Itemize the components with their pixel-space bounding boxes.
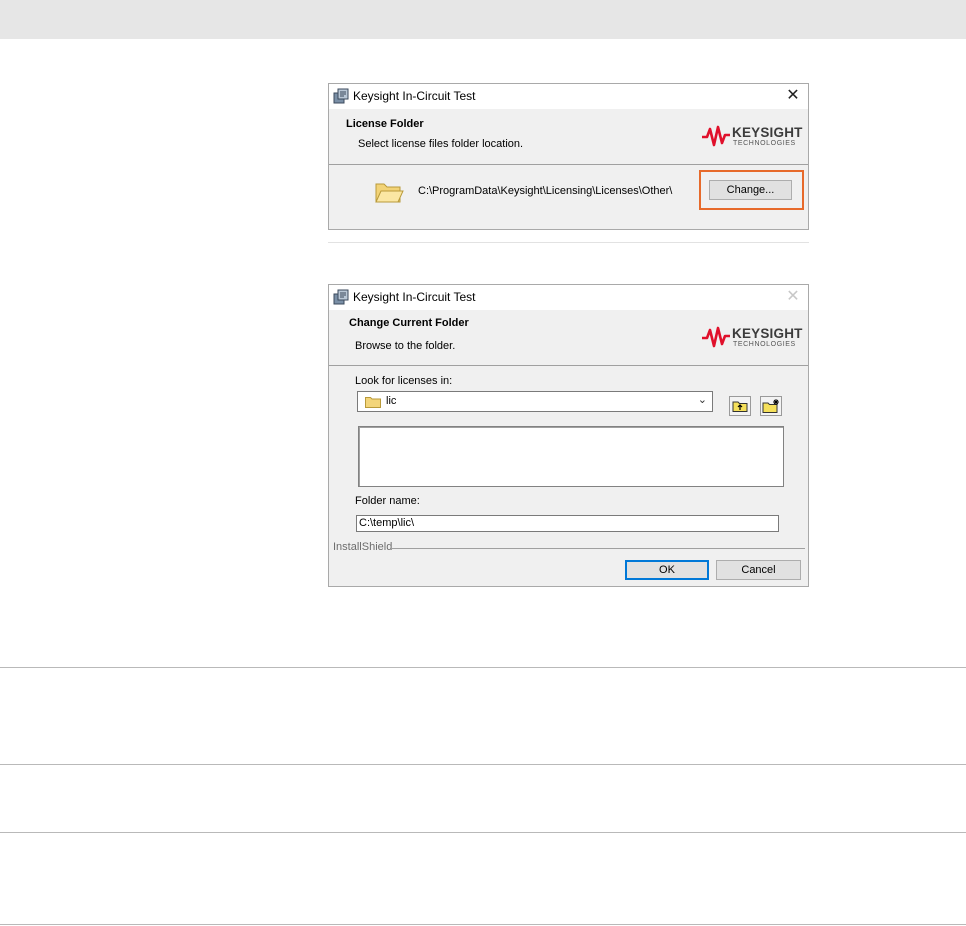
- look-in-label: Look for licenses in:: [355, 375, 453, 387]
- create-new-folder-button[interactable]: [760, 396, 782, 416]
- keysight-wave-icon: [702, 326, 730, 348]
- dialog-gap-rule: [328, 242, 809, 243]
- banner-divider: [329, 164, 808, 165]
- logo-tagline: TECHNOLOGIES: [733, 341, 796, 348]
- change-folder-dialog: Keysight In-Circuit Test ✕ Change Curren…: [328, 284, 809, 587]
- banner-subtitle: Select license files folder location.: [358, 138, 524, 150]
- table-rule: [0, 924, 966, 925]
- folder-up-icon: [732, 401, 748, 412]
- chevron-down-icon[interactable]: ⌄: [698, 393, 707, 406]
- cancel-button[interactable]: Cancel: [716, 560, 801, 580]
- logo-wordmark: KEYSIGHT: [732, 326, 803, 341]
- table-rule: [0, 764, 966, 765]
- banner-divider: [329, 365, 808, 366]
- look-in-value: lic: [386, 395, 397, 407]
- installer-app-icon: [333, 88, 349, 104]
- banner-title: Change Current Folder: [349, 317, 469, 329]
- banner-subtitle: Browse to the folder.: [355, 340, 456, 352]
- close-icon[interactable]: ✕: [784, 87, 802, 105]
- close-icon: ✕: [786, 288, 800, 305]
- logo-tagline: TECHNOLOGIES: [733, 140, 796, 147]
- installshield-divider: [391, 548, 805, 549]
- change-button[interactable]: Change...: [709, 180, 792, 200]
- look-in-dropdown[interactable]: lic ⌄: [357, 391, 713, 412]
- table-rule: [0, 667, 966, 668]
- keysight-logo: KEYSIGHT TECHNOLOGIES: [701, 326, 803, 354]
- folder-name-label: Folder name:: [355, 495, 420, 507]
- logo-wordmark: KEYSIGHT: [732, 125, 803, 140]
- title-bar: Keysight In-Circuit Test ✕: [329, 285, 808, 310]
- installer-app-icon: [333, 289, 349, 305]
- up-one-level-button[interactable]: [729, 396, 751, 416]
- header-banner: Change Current Folder Browse to the fold…: [329, 310, 808, 365]
- folder-tree-list[interactable]: [358, 426, 784, 487]
- new-folder-icon: [762, 399, 779, 413]
- folder-open-icon: [375, 183, 404, 203]
- keysight-wave-icon: [702, 125, 730, 147]
- folder-icon: [365, 397, 381, 408]
- ok-button[interactable]: OK: [625, 560, 709, 580]
- header-banner: License Folder Select license files fold…: [329, 109, 808, 164]
- license-folder-path: C:\ProgramData\Keysight\Licensing\Licens…: [418, 185, 673, 197]
- table-rule: [0, 832, 966, 833]
- banner-title: License Folder: [346, 118, 424, 130]
- installshield-label: InstallShield: [333, 541, 393, 553]
- license-folder-dialog: Keysight In-Circuit Test ✕ License Folde…: [328, 83, 809, 230]
- window-title: Keysight In-Circuit Test: [353, 89, 476, 103]
- keysight-logo: KEYSIGHT TECHNOLOGIES: [701, 125, 803, 153]
- folder-name-label-text: Folder name:: [355, 495, 420, 507]
- document-header-bar: [0, 0, 966, 39]
- window-title: Keysight In-Circuit Test: [353, 290, 476, 304]
- folder-name-input[interactable]: C:\temp\lic\: [356, 515, 779, 532]
- title-bar: Keysight In-Circuit Test ✕: [329, 84, 808, 109]
